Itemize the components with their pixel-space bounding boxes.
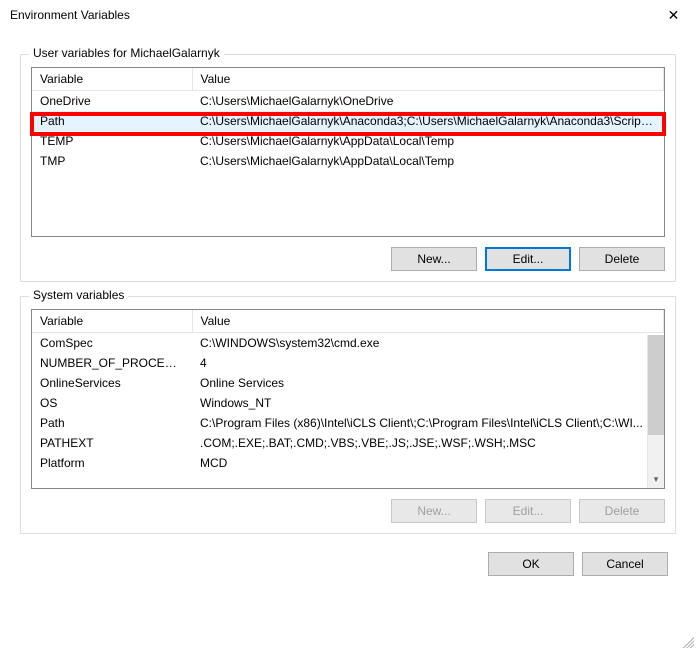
ok-button[interactable]: OK: [488, 552, 574, 576]
scrollbar-thumb[interactable]: [648, 335, 664, 435]
resize-grip-icon[interactable]: [680, 634, 694, 648]
scrollbar[interactable]: ▾: [647, 335, 664, 488]
column-header-value[interactable]: Value: [192, 68, 664, 91]
table-row[interactable]: NUMBER_OF_PROCESSORS 4: [32, 353, 664, 373]
system-variables-table[interactable]: Variable Value ComSpec C:\WINDOWS\system…: [31, 309, 665, 489]
new-system-var-button[interactable]: New...: [391, 499, 477, 523]
table-row[interactable]: Platform MCD: [32, 453, 664, 473]
system-variables-fieldset: System variables Variable Value ComSpec …: [20, 296, 676, 534]
table-row[interactable]: OneDrive C:\Users\MichaelGalarnyk\OneDri…: [32, 91, 664, 111]
cell-variable: Platform: [32, 453, 192, 473]
close-icon: ✕: [668, 7, 680, 24]
cell-value: C:\Program Files (x86)\Intel\iCLS Client…: [192, 413, 664, 433]
cancel-button[interactable]: Cancel: [582, 552, 668, 576]
close-button[interactable]: ✕: [651, 0, 696, 30]
cell-value: C:\Users\MichaelGalarnyk\Anaconda3;C:\Us…: [192, 111, 664, 131]
table-row[interactable]: Path C:\Users\MichaelGalarnyk\Anaconda3;…: [32, 111, 664, 131]
table-row[interactable]: OnlineServices Online Services: [32, 373, 664, 393]
cell-variable: Path: [32, 111, 192, 131]
cell-variable: ComSpec: [32, 333, 192, 353]
cell-variable: OneDrive: [32, 91, 192, 111]
dialog-button-row: OK Cancel: [0, 534, 696, 586]
column-header-value[interactable]: Value: [192, 310, 664, 333]
cell-variable: OnlineServices: [32, 373, 192, 393]
dialog-content: User variables for MichaelGalarnyk Varia…: [0, 30, 696, 534]
cell-variable: TMP: [32, 151, 192, 171]
table-header-row: Variable Value: [32, 310, 664, 333]
user-variables-fieldset: User variables for MichaelGalarnyk Varia…: [20, 54, 676, 282]
table-header-row: Variable Value: [32, 68, 664, 91]
user-variables-legend: User variables for MichaelGalarnyk: [29, 46, 224, 60]
scrollbar-down-icon[interactable]: ▾: [648, 471, 664, 488]
cell-variable: OS: [32, 393, 192, 413]
titlebar: Environment Variables ✕: [0, 0, 696, 30]
table-row[interactable]: ComSpec C:\WINDOWS\system32\cmd.exe: [32, 333, 664, 353]
user-button-row: New... Edit... Delete: [31, 247, 665, 271]
window-title: Environment Variables: [10, 8, 130, 22]
table-row[interactable]: TMP C:\Users\MichaelGalarnyk\AppData\Loc…: [32, 151, 664, 171]
system-variables-legend: System variables: [29, 288, 128, 302]
table-row[interactable]: TEMP C:\Users\MichaelGalarnyk\AppData\Lo…: [32, 131, 664, 151]
delete-system-var-button[interactable]: Delete: [579, 499, 665, 523]
edit-system-var-button[interactable]: Edit...: [485, 499, 571, 523]
cell-value: C:\Users\MichaelGalarnyk\OneDrive: [192, 91, 664, 111]
delete-user-var-button[interactable]: Delete: [579, 247, 665, 271]
cell-variable: PATHEXT: [32, 433, 192, 453]
user-variables-table[interactable]: Variable Value OneDrive C:\Users\Michael…: [31, 67, 665, 237]
cell-variable: NUMBER_OF_PROCESSORS: [32, 353, 192, 373]
column-header-variable[interactable]: Variable: [32, 68, 192, 91]
cell-variable: Path: [32, 413, 192, 433]
cell-variable: TEMP: [32, 131, 192, 151]
cell-value: 4: [192, 353, 664, 373]
cell-value: Windows_NT: [192, 393, 664, 413]
new-user-var-button[interactable]: New...: [391, 247, 477, 271]
edit-user-var-button[interactable]: Edit...: [485, 247, 571, 271]
table-row[interactable]: OS Windows_NT: [32, 393, 664, 413]
table-row[interactable]: Path C:\Program Files (x86)\Intel\iCLS C…: [32, 413, 664, 433]
cell-value: MCD: [192, 453, 664, 473]
table-row[interactable]: PATHEXT .COM;.EXE;.BAT;.CMD;.VBS;.VBE;.J…: [32, 433, 664, 453]
cell-value: .COM;.EXE;.BAT;.CMD;.VBS;.VBE;.JS;.JSE;.…: [192, 433, 664, 453]
cell-value: C:\WINDOWS\system32\cmd.exe: [192, 333, 664, 353]
column-header-variable[interactable]: Variable: [32, 310, 192, 333]
cell-value: Online Services: [192, 373, 664, 393]
cell-value: C:\Users\MichaelGalarnyk\AppData\Local\T…: [192, 131, 664, 151]
cell-value: C:\Users\MichaelGalarnyk\AppData\Local\T…: [192, 151, 664, 171]
system-button-row: New... Edit... Delete: [31, 499, 665, 523]
